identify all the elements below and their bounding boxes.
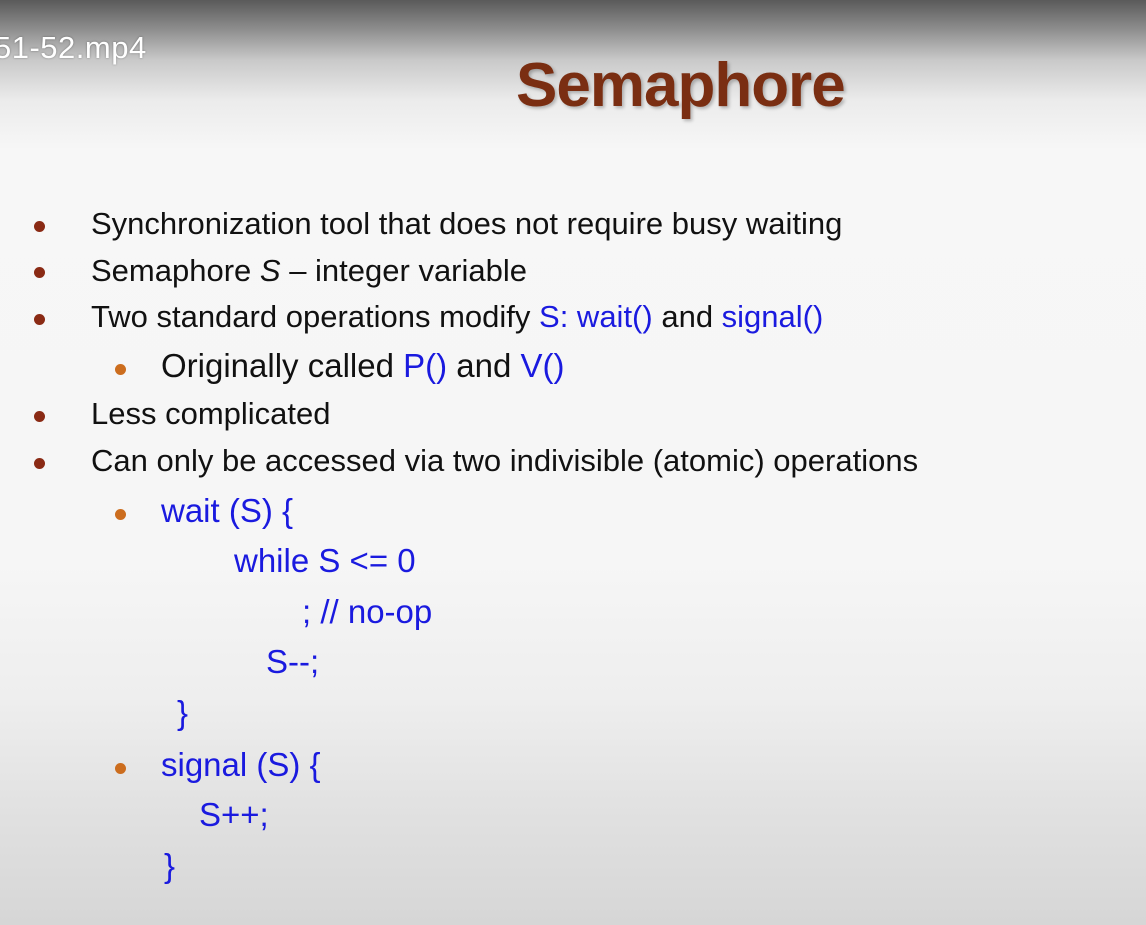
- bullet-ops-mid: and: [652, 299, 722, 334]
- sub-bullet-prefix: Originally called: [161, 347, 404, 384]
- bullet-atomic-operations: Can only be accessed via two indivisible…: [91, 443, 919, 478]
- slide-title: Semaphore: [516, 51, 846, 120]
- sub-bullet-v: V(): [520, 347, 565, 384]
- bullet-two-operations: Two standard operations modify S: wait()…: [91, 301, 823, 332]
- code-signal-header: signal (S) {: [161, 746, 321, 783]
- bullet-ops-signal: signal(): [721, 299, 824, 334]
- bullet-dot-2: [34, 267, 45, 278]
- bullet-synchronization: Synchronization tool that does not requi…: [91, 206, 843, 241]
- sub-bullet-p: P(): [403, 347, 448, 384]
- bullet-semaphore-s: Semaphore S – integer variable: [91, 255, 527, 286]
- bullet-dot-5: [34, 458, 45, 469]
- sub-bullet-dot-wait: [115, 509, 126, 520]
- bullet-ops-wait: S: wait(): [539, 299, 653, 334]
- code-signal-close: }: [164, 847, 176, 884]
- code-noop-line: ; // no-op: [302, 593, 433, 630]
- bullet-dot-3: [34, 314, 45, 325]
- code-while-line: while S <= 0: [234, 542, 416, 579]
- bullet-dot-4: [34, 411, 45, 422]
- sub-bullet-originally-called: Originally called P() and V(): [161, 349, 565, 382]
- code-decrement-line: S--;: [266, 643, 320, 680]
- bullet-semaphore-var: S: [259, 253, 281, 288]
- code-wait-close: }: [177, 694, 189, 731]
- bullet-semaphore-suffix: – integer variable: [280, 253, 528, 288]
- sub-bullet-mid: and: [447, 347, 521, 384]
- sub-bullet-dot-signal: [115, 763, 126, 774]
- sub-bullet-dot-1: [115, 364, 126, 375]
- bullet-ops-prefix: Two standard operations modify: [91, 299, 540, 334]
- code-wait-header: wait (S) {: [161, 492, 294, 529]
- video-filename: 51-52.mp4: [0, 30, 147, 65]
- bullet-dot-1: [34, 221, 45, 232]
- code-increment-line: S++;: [199, 796, 269, 833]
- bullet-semaphore-prefix: Semaphore: [91, 253, 260, 288]
- bullet-less-complicated: Less complicated: [91, 396, 331, 431]
